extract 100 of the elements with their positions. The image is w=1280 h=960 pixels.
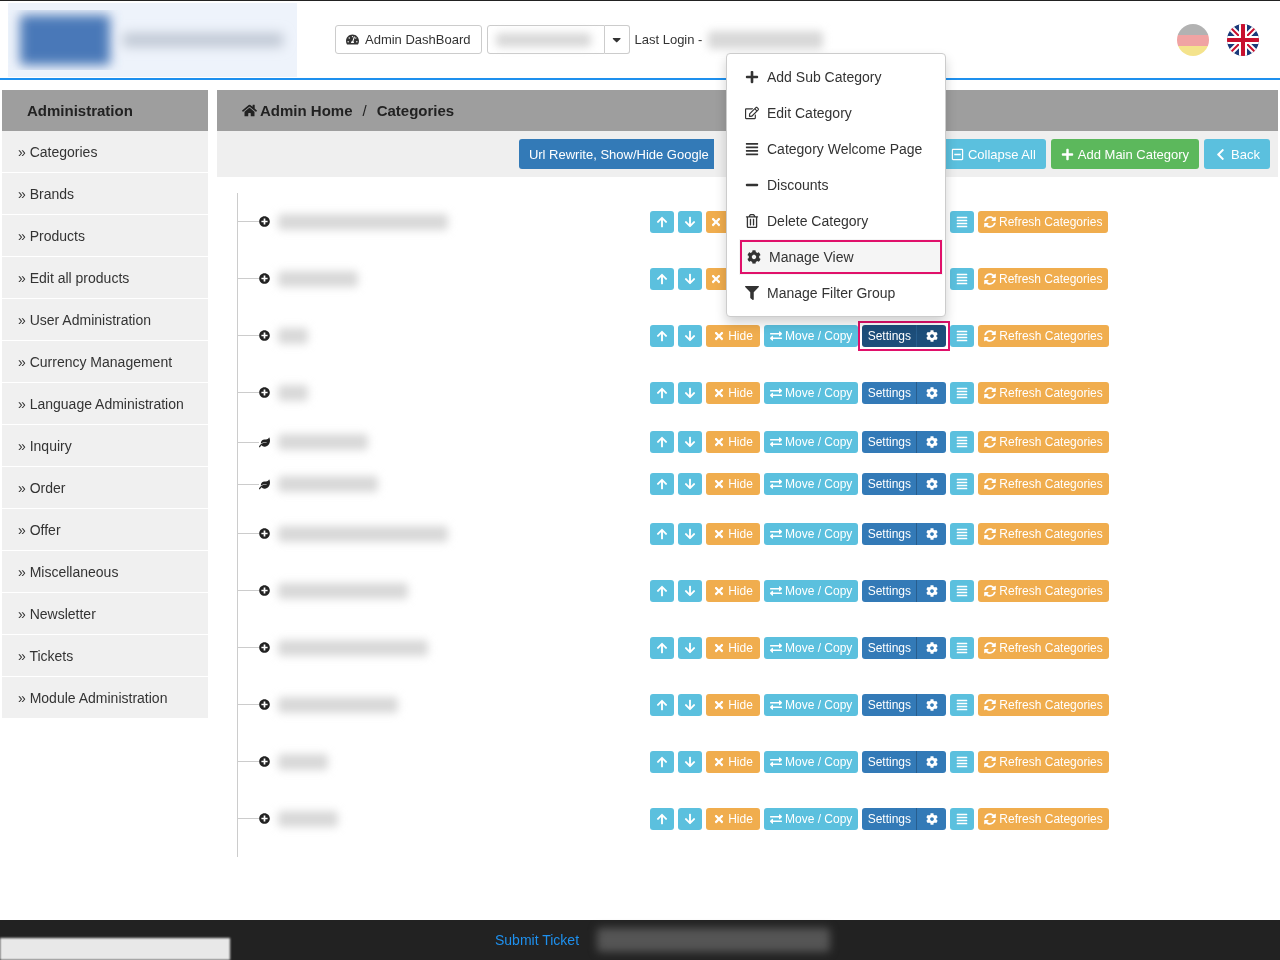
sidebar-item[interactable]: » Order bbox=[2, 467, 208, 509]
hide-button[interactable] bbox=[706, 267, 726, 290]
submit-ticket-link[interactable]: Submit Ticket bbox=[495, 932, 580, 948]
settings-dropdown-button[interactable] bbox=[916, 324, 947, 347]
sidebar-item[interactable]: » Currency Management bbox=[2, 341, 208, 383]
settings-button[interactable]: Settings bbox=[862, 381, 917, 404]
sidebar-item[interactable]: » Miscellaneous bbox=[2, 551, 208, 593]
sidebar-item[interactable]: » Module Administration bbox=[2, 677, 208, 719]
settings-dropdown-button[interactable] bbox=[916, 381, 947, 404]
settings-button[interactable]: Settings bbox=[862, 431, 917, 453]
sidebar-item[interactable]: » Inquiry bbox=[2, 425, 208, 467]
select-field[interactable] bbox=[486, 25, 605, 54]
uk-flag-icon[interactable] bbox=[1226, 22, 1260, 57]
settings-dropdown-button[interactable] bbox=[916, 579, 947, 602]
settings-dropdown-button[interactable] bbox=[916, 750, 947, 773]
move-up-button[interactable] bbox=[650, 473, 674, 495]
expand-icon[interactable] bbox=[259, 756, 270, 767]
list-button[interactable] bbox=[950, 522, 975, 545]
list-button[interactable] bbox=[950, 381, 975, 404]
expand-icon[interactable] bbox=[259, 813, 270, 824]
move-down-button[interactable] bbox=[678, 267, 702, 290]
move-up-button[interactable] bbox=[650, 210, 674, 233]
list-button[interactable] bbox=[950, 267, 974, 290]
expand-icon[interactable] bbox=[259, 273, 270, 284]
list-button[interactable] bbox=[950, 636, 975, 659]
settings-dropdown-button[interactable] bbox=[916, 807, 947, 830]
expand-icon[interactable] bbox=[259, 528, 270, 539]
sidebar-item[interactable]: » Brands bbox=[2, 173, 208, 215]
expand-icon[interactable] bbox=[259, 585, 270, 596]
close-icon bbox=[713, 478, 726, 490]
move-down-button[interactable] bbox=[678, 693, 702, 716]
settings-dropdown-button[interactable] bbox=[916, 522, 947, 545]
move-up-button[interactable] bbox=[650, 431, 674, 453]
sidebar-item[interactable]: » Language Administration bbox=[2, 383, 208, 425]
move-down-button[interactable] bbox=[678, 324, 702, 347]
sidebar-item[interactable]: » Newsletter bbox=[2, 593, 208, 635]
breadcrumb-link[interactable]: Admin Home bbox=[242, 102, 353, 119]
expand-icon[interactable] bbox=[259, 699, 270, 710]
menu-item[interactable]: Delete Category bbox=[727, 203, 945, 239]
dropdown-button[interactable] bbox=[604, 25, 630, 54]
move-up-button[interactable] bbox=[650, 324, 674, 347]
move-down-button[interactable] bbox=[678, 750, 702, 773]
breadcrumb-link[interactable]: Categories bbox=[376, 102, 455, 119]
list-button[interactable] bbox=[950, 431, 975, 453]
list-button[interactable] bbox=[950, 324, 975, 347]
move-up-button[interactable] bbox=[650, 267, 674, 290]
sidebar-item[interactable]: » Offer bbox=[2, 509, 208, 551]
expand-icon[interactable] bbox=[259, 642, 270, 653]
move-down-button[interactable] bbox=[678, 381, 702, 404]
move-up-button[interactable] bbox=[650, 579, 674, 602]
settings-button[interactable]: Settings bbox=[862, 324, 917, 347]
move-down-button[interactable] bbox=[678, 473, 702, 495]
settings-button[interactable]: Settings bbox=[862, 750, 917, 773]
move-up-button[interactable] bbox=[650, 636, 674, 659]
list-button[interactable] bbox=[950, 210, 974, 233]
expand-icon[interactable] bbox=[259, 387, 270, 398]
settings-button[interactable]: Settings bbox=[862, 807, 917, 830]
url-rewrite-button[interactable]: Url Rewrite, Show/Hide Google bbox=[518, 139, 714, 169]
menu-item[interactable]: Category Welcome Page bbox=[727, 131, 945, 167]
sidebar-item[interactable]: » Products bbox=[2, 215, 208, 257]
menu-item[interactable]: Manage View bbox=[739, 239, 943, 275]
add-main-category-button[interactable]: Add Main Category bbox=[1050, 139, 1200, 169]
settings-button[interactable]: Settings bbox=[862, 522, 917, 545]
sidebar-item[interactable]: » Tickets bbox=[2, 635, 208, 677]
hide-button[interactable] bbox=[706, 210, 726, 233]
move-up-button[interactable] bbox=[650, 522, 674, 545]
settings-dropdown-button[interactable] bbox=[916, 636, 947, 659]
list-button[interactable] bbox=[950, 473, 975, 495]
settings-button[interactable]: Settings bbox=[862, 636, 917, 659]
menu-item[interactable]: Edit Category bbox=[727, 95, 945, 131]
settings-dropdown-button[interactable] bbox=[916, 431, 947, 453]
expand-icon[interactable] bbox=[259, 330, 270, 341]
move-down-button[interactable] bbox=[678, 522, 702, 545]
german-flag-icon[interactable] bbox=[1176, 22, 1210, 57]
move-down-button[interactable] bbox=[678, 579, 702, 602]
move-up-button[interactable] bbox=[650, 750, 674, 773]
settings-button[interactable]: Settings bbox=[862, 693, 917, 716]
list-button[interactable] bbox=[950, 693, 975, 716]
sidebar-item[interactable]: » Edit all products bbox=[2, 257, 208, 299]
move-up-button[interactable] bbox=[650, 381, 674, 404]
move-down-button[interactable] bbox=[678, 636, 702, 659]
settings-button[interactable]: Settings bbox=[862, 579, 917, 602]
expand-icon[interactable] bbox=[259, 216, 270, 227]
list-button[interactable] bbox=[950, 750, 975, 773]
settings-dropdown-button[interactable] bbox=[916, 473, 947, 495]
sidebar-item[interactable]: » User Administration bbox=[2, 299, 208, 341]
list-button[interactable] bbox=[950, 807, 975, 830]
menu-item[interactable]: Discounts bbox=[727, 167, 945, 203]
settings-button[interactable]: Settings bbox=[862, 473, 917, 495]
sidebar-item[interactable]: » Categories bbox=[2, 131, 208, 173]
settings-dropdown-button[interactable] bbox=[916, 693, 947, 716]
move-up-button[interactable] bbox=[650, 807, 674, 830]
admin-dashboard-button[interactable]: Admin DashBoard bbox=[335, 25, 482, 54]
move-down-button[interactable] bbox=[678, 210, 702, 233]
menu-item[interactable]: Manage Filter Group bbox=[727, 275, 945, 311]
move-down-button[interactable] bbox=[678, 807, 702, 830]
list-button[interactable] bbox=[950, 579, 975, 602]
move-down-button[interactable] bbox=[678, 431, 702, 453]
menu-item[interactable]: Add Sub Category bbox=[727, 59, 945, 95]
move-up-button[interactable] bbox=[650, 693, 674, 716]
